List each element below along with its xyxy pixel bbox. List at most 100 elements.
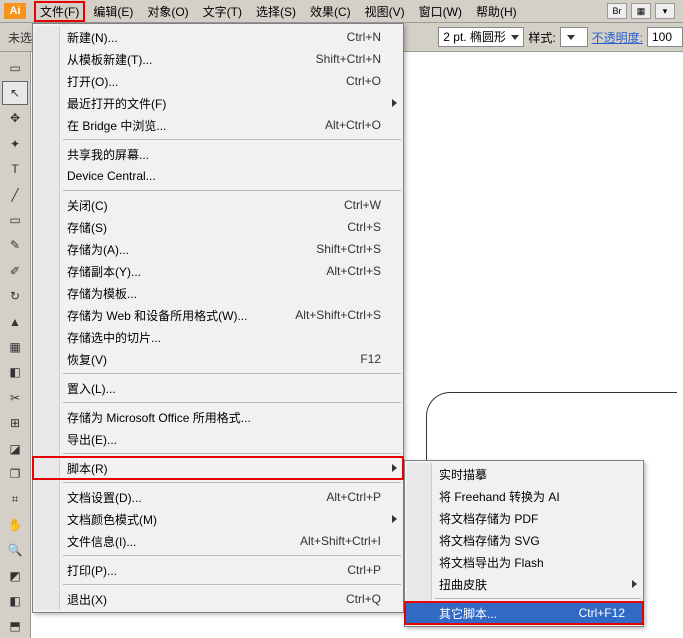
tool-button[interactable]: ▭ xyxy=(2,208,28,231)
menu-item-label: 其它脚本... xyxy=(439,605,579,622)
tool-button[interactable]: ↻ xyxy=(2,285,28,308)
tool-button[interactable]: ◧ xyxy=(2,589,28,612)
menu-item-shortcut: Ctrl+S xyxy=(347,220,381,234)
tool-button[interactable]: ✎ xyxy=(2,234,28,257)
menu-item[interactable]: 实时描摹 xyxy=(405,463,643,485)
menu-item[interactable]: 退出(X)Ctrl+Q xyxy=(33,588,403,610)
menu-item[interactable]: 打印(P)...Ctrl+P xyxy=(33,559,403,581)
menu-item-label: 存储(S) xyxy=(67,219,347,236)
style-swatch[interactable] xyxy=(560,27,588,47)
menu-item[interactable]: 扭曲皮肤 xyxy=(405,573,643,595)
menu-item-shortcut: Ctrl+P xyxy=(347,563,381,577)
tool-button[interactable]: ❐ xyxy=(2,462,28,485)
menu-item[interactable]: 从模板新建(T)...Shift+Ctrl+N xyxy=(33,48,403,70)
menubar-item[interactable]: 效果(C) xyxy=(304,1,357,22)
menu-item[interactable]: 共享我的屏幕... xyxy=(33,143,403,165)
menu-separator xyxy=(63,584,401,585)
tool-button[interactable]: ✋ xyxy=(2,513,28,536)
menu-item[interactable]: 文档颜色模式(M) xyxy=(33,508,403,530)
menu-item-label: 将文档导出为 Flash xyxy=(439,554,621,571)
menu-item[interactable]: 存储为 Web 和设备所用格式(W)...Alt+Shift+Ctrl+S xyxy=(33,304,403,326)
tool-button[interactable]: T xyxy=(2,158,28,181)
tool-button[interactable]: ✐ xyxy=(2,259,28,282)
opacity-label[interactable]: 不透明度: xyxy=(592,29,643,46)
menu-item-label: 存储为模板... xyxy=(67,285,381,302)
tool-button[interactable]: ⌗ xyxy=(2,488,28,511)
menu-item-label: 将文档存储为 SVG xyxy=(439,532,621,549)
menubar-item[interactable]: 窗口(W) xyxy=(413,1,468,22)
tool-button[interactable]: ◧ xyxy=(2,361,28,384)
menu-item-shortcut: Alt+Ctrl+O xyxy=(325,118,381,132)
menu-item-label: 扭曲皮肤 xyxy=(439,576,621,593)
menu-separator xyxy=(63,139,401,140)
submenu-arrow-icon xyxy=(392,515,397,523)
stroke-profile-field[interactable]: 2 pt. 椭圆形 xyxy=(438,27,524,47)
menu-item[interactable]: 存储(S)Ctrl+S xyxy=(33,216,403,238)
menu-item-shortcut: Alt+Ctrl+P xyxy=(326,490,381,504)
menu-item-label: 存储选中的切片... xyxy=(67,329,381,346)
menu-item[interactable]: 将文档存储为 SVG xyxy=(405,529,643,551)
menu-item[interactable]: 文件信息(I)...Alt+Shift+Ctrl+I xyxy=(33,530,403,552)
tool-button[interactable]: ◩ xyxy=(2,564,28,587)
selection-label: 未选 xyxy=(8,29,32,46)
tool-button[interactable]: ✦ xyxy=(2,132,28,155)
menubar-item[interactable]: 视图(V) xyxy=(359,1,411,22)
menu-item-label: 文档颜色模式(M) xyxy=(67,511,381,528)
menu-item[interactable]: 将文档导出为 Flash xyxy=(405,551,643,573)
tool-button[interactable]: ⬒ xyxy=(2,615,28,638)
menu-item[interactable]: 存储为(A)...Shift+Ctrl+S xyxy=(33,238,403,260)
chevron-down-icon xyxy=(511,35,519,40)
menu-item[interactable]: 存储为模板... xyxy=(33,282,403,304)
menu-item[interactable]: 置入(L)... xyxy=(33,377,403,399)
menubar-item[interactable]: 选择(S) xyxy=(250,1,302,22)
tool-button[interactable]: ⊞ xyxy=(2,411,28,434)
menu-item[interactable]: 新建(N)...Ctrl+N xyxy=(33,26,403,48)
workspace-dd-icon[interactable]: ▾ xyxy=(655,3,675,19)
menu-item-label: 存储为 Web 和设备所用格式(W)... xyxy=(67,307,295,324)
tool-button[interactable]: ╱ xyxy=(2,183,28,206)
script-submenu: 实时描摹将 Freehand 转换为 AI将文档存储为 PDF 将文档存储为 SV… xyxy=(404,460,644,627)
menu-item-shortcut: Alt+Shift+Ctrl+S xyxy=(295,308,381,322)
tool-button[interactable]: ✂ xyxy=(2,386,28,409)
menu-item[interactable]: 文档设置(D)...Alt+Ctrl+P xyxy=(33,486,403,508)
menubar-item[interactable]: 编辑(E) xyxy=(87,1,139,22)
bridge-icon[interactable]: Br xyxy=(607,3,627,19)
menu-item[interactable]: Device Central... xyxy=(33,165,403,187)
arrange-icon[interactable]: ▦ xyxy=(631,3,651,19)
menu-item[interactable]: 将文档存储为 PDF xyxy=(405,507,643,529)
menu-separator xyxy=(63,373,401,374)
menubar-item[interactable]: 帮助(H) xyxy=(470,1,523,22)
menu-item[interactable]: 将 Freehand 转换为 AI xyxy=(405,485,643,507)
opacity-field[interactable]: 100 xyxy=(647,27,683,47)
menu-item-label: 存储为 Microsoft Office 所用格式... xyxy=(67,409,381,426)
menu-item-label: 退出(X) xyxy=(67,591,346,608)
tool-button[interactable]: 🔍 xyxy=(2,538,28,561)
menu-item[interactable]: 存储为 Microsoft Office 所用格式... xyxy=(33,406,403,428)
tool-button[interactable]: ▦ xyxy=(2,335,28,358)
tool-button[interactable]: ◪ xyxy=(2,437,28,460)
tool-button[interactable]: ↖ xyxy=(2,81,28,104)
menubar-item[interactable]: 对象(O) xyxy=(141,1,194,22)
menu-item[interactable]: 打开(O)...Ctrl+O xyxy=(33,70,403,92)
menu-item[interactable]: 导出(E)... xyxy=(33,428,403,450)
menu-item[interactable]: 恢复(V)F12 xyxy=(33,348,403,370)
menu-item[interactable]: 其它脚本...Ctrl+F12 xyxy=(405,602,643,624)
menubar-item[interactable]: 文件(F) xyxy=(34,1,85,22)
menu-item[interactable]: 存储选中的切片... xyxy=(33,326,403,348)
menubar: Ai 文件(F)编辑(E)对象(O)文字(T)选择(S)效果(C)视图(V)窗口… xyxy=(0,0,683,23)
menu-item[interactable]: 关闭(C)Ctrl+W xyxy=(33,194,403,216)
menu-item[interactable]: 脚本(R) xyxy=(33,457,403,479)
menu-item[interactable]: 存储副本(Y)...Alt+Ctrl+S xyxy=(33,260,403,282)
tool-palette: ▭↖✥✦T╱▭✎✐↻▲▦◧✂⊞◪❐⌗✋🔍◩◧⬒ xyxy=(0,52,31,638)
menubar-item[interactable]: 文字(T) xyxy=(197,1,248,22)
menu-item-label: 文件信息(I)... xyxy=(67,533,300,550)
menu-item-label: 新建(N)... xyxy=(67,29,347,46)
menu-item[interactable]: 在 Bridge 中浏览...Alt+Ctrl+O xyxy=(33,114,403,136)
tool-button[interactable]: ▲ xyxy=(2,310,28,333)
submenu-arrow-icon xyxy=(392,464,397,472)
menu-item[interactable]: 最近打开的文件(F) xyxy=(33,92,403,114)
tool-button[interactable]: ▭ xyxy=(2,56,28,79)
tool-button[interactable]: ✥ xyxy=(2,107,28,130)
menu-item-label: 关闭(C) xyxy=(67,197,344,214)
submenu-arrow-icon xyxy=(392,99,397,107)
